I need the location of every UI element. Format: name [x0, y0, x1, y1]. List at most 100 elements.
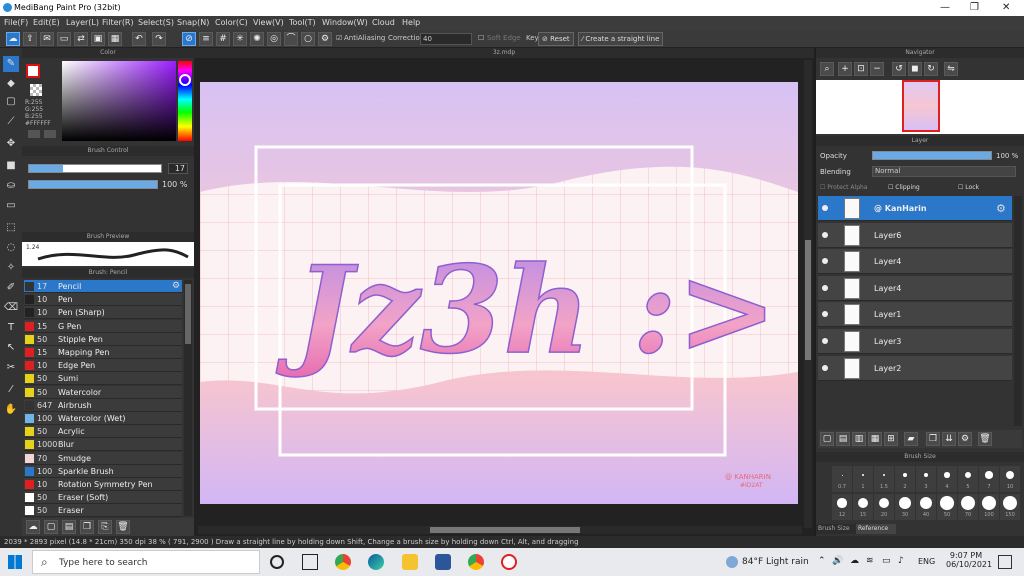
drawing-canvas[interactable]: Jz3h :> @ KANHARIN #ID2AT	[200, 82, 798, 504]
primary-color-swatch[interactable]	[26, 64, 40, 78]
brush-item[interactable]: 50 Eraser (Soft)	[24, 491, 182, 505]
tab-reference[interactable]: Reference	[856, 524, 896, 534]
divide-tool-icon[interactable]: ✂	[3, 360, 19, 376]
hand-tool-icon[interactable]: ✋	[3, 402, 19, 418]
brush-duplicate-icon[interactable]: ⎘	[98, 520, 112, 534]
navigator-preview[interactable]	[816, 80, 1024, 134]
magic-wand-icon[interactable]: ✧	[3, 260, 19, 276]
brush-settings-icon[interactable]: ⚙	[172, 281, 180, 291]
brush-list-scroll-thumb[interactable]	[185, 284, 191, 344]
brush-opacity-slider[interactable]	[28, 180, 158, 189]
brush-size-cell[interactable]: 5	[958, 466, 978, 492]
rotate-left-icon[interactable]: ↺	[892, 62, 906, 76]
eraser-tool-icon[interactable]: ◆	[3, 76, 19, 92]
brush-item[interactable]: 50 Watercolor	[24, 385, 182, 399]
cloud-icon[interactable]: ☁	[6, 32, 20, 46]
brush-size-cell[interactable]: 150	[1000, 494, 1020, 520]
task-view-icon[interactable]	[302, 554, 318, 570]
rect-tool-icon[interactable]: ■	[3, 158, 19, 174]
language-indicator[interactable]: ENG	[918, 557, 935, 566]
brush-item[interactable]: 70 Smudge	[24, 451, 182, 465]
maximize-icon[interactable]: ❐	[970, 2, 979, 13]
share-icon[interactable]: ⇪	[23, 32, 37, 46]
reset-button[interactable]: ⊘ Reset	[538, 32, 574, 46]
menu-cloud[interactable]: Cloud	[372, 18, 395, 27]
battery-icon[interactable]: ▭	[882, 556, 891, 566]
brush-copy-icon[interactable]: ❐	[80, 520, 94, 534]
protect-alpha-checkbox[interactable]: ☐ Protect Alpha	[820, 184, 867, 191]
select-pen-icon[interactable]: ✐	[3, 280, 19, 296]
gradient-tool-icon[interactable]: ▭	[3, 198, 19, 214]
brush-size-slider[interactable]	[28, 164, 162, 173]
vertical-scrollbar[interactable]	[804, 60, 812, 528]
select-eraser-icon[interactable]: ⌫	[3, 300, 19, 316]
menu-filter[interactable]: Filter(R)	[102, 18, 134, 27]
vanishing-snap-icon[interactable]: ✳	[233, 32, 247, 46]
brush-item[interactable]: 17 Pencil ⚙	[24, 280, 182, 293]
volume-icon[interactable]: ♪	[898, 556, 904, 566]
select-tool-icon[interactable]: ⬚	[3, 220, 19, 236]
clock[interactable]: 9:07 PM 06/10/2021	[946, 551, 992, 569]
brush-item[interactable]: 50 Sumi	[24, 372, 182, 386]
hide-selection-icon[interactable]: ▣	[91, 32, 105, 46]
curve-snap-icon[interactable]: ⌒	[284, 32, 298, 46]
parallel-snap-icon[interactable]: ≡	[199, 32, 213, 46]
brush-item[interactable]: 100 Watercolor (Wet)	[24, 412, 182, 425]
visibility-icon[interactable]	[822, 311, 828, 318]
comment-icon[interactable]: ✉	[40, 32, 54, 46]
brush-size-cell[interactable]: 30	[895, 494, 915, 520]
visibility-icon[interactable]	[822, 338, 828, 344]
brush-size-cell[interactable]: 70	[958, 494, 978, 520]
visibility-icon[interactable]	[822, 258, 828, 265]
layer-scrollbar[interactable]	[1014, 196, 1022, 426]
menu-snap[interactable]: Snap(N)	[177, 18, 209, 27]
move-tool-icon[interactable]: ✥	[3, 136, 19, 152]
eyedropper-icon[interactable]: ⁄	[3, 382, 19, 398]
brush-add-icon[interactable]: ▢	[44, 520, 58, 534]
radial-snap-icon[interactable]: ✺	[250, 32, 264, 46]
chrome-profile-icon[interactable]	[468, 554, 484, 570]
new-halftone-layer-icon[interactable]: ▤	[836, 432, 850, 446]
menu-view[interactable]: View(V)	[253, 18, 284, 27]
operation-tool-icon[interactable]: ↖	[3, 340, 19, 356]
word-icon[interactable]	[435, 554, 451, 570]
delete-layer-icon[interactable]: 🗑	[978, 432, 992, 446]
canvas-tab[interactable]: 3z.mdp	[194, 48, 814, 58]
saturation-value-field[interactable]	[62, 61, 176, 141]
menu-file[interactable]: File(F)	[4, 18, 28, 27]
brush-size-cell[interactable]: 10	[1000, 466, 1020, 492]
brush-tool-icon[interactable]: ✎	[3, 56, 19, 72]
layer-opacity-slider[interactable]	[872, 151, 992, 160]
flip-icon[interactable]: ⇄	[74, 32, 88, 46]
redo-icon[interactable]: ↷	[152, 32, 166, 46]
brush-list-scrollbar[interactable]	[184, 280, 192, 516]
brush-item[interactable]: 647 Airbrush	[24, 398, 182, 412]
add-layer-menu-icon[interactable]: ⊞	[884, 432, 898, 446]
vertical-scroll-thumb[interactable]	[805, 240, 811, 360]
brush-edit-icon[interactable]: ▤	[62, 520, 76, 534]
minimize-icon[interactable]: —	[940, 2, 950, 13]
brush-size-cell[interactable]: 100	[979, 494, 999, 520]
zoom-out-icon[interactable]: −	[870, 62, 884, 76]
layer-row[interactable]: @ KanHarin ⚙	[818, 196, 1012, 221]
brush-item[interactable]: 15 G Pen	[24, 319, 182, 333]
brush-size-cell[interactable]: 4	[937, 466, 957, 492]
tray-chevron-icon[interactable]: ⌃	[818, 556, 826, 566]
horizontal-scrollbar[interactable]	[198, 526, 802, 534]
chat-icon[interactable]: ▭	[57, 32, 71, 46]
menu-select[interactable]: Select(S)	[138, 18, 174, 27]
folder-icon[interactable]: ▰	[904, 432, 918, 446]
menu-layer[interactable]: Layer(L)	[66, 18, 99, 27]
hue-bar[interactable]	[178, 61, 192, 141]
close-icon[interactable]: ✕	[1002, 2, 1010, 13]
soft-edge-checkbox[interactable]: ☐	[478, 34, 484, 42]
rotate-reset-icon[interactable]: ◼	[908, 62, 922, 76]
settings-snap-icon[interactable]: ⚙	[318, 32, 332, 46]
zoom-fit-icon[interactable]: ⌕	[820, 62, 834, 76]
brush-item[interactable]: 100 Sparkle Brush	[24, 464, 182, 478]
taskbar-search[interactable]: ⌕ Type here to search	[32, 550, 260, 574]
onedrive-icon[interactable]: ☁	[850, 556, 859, 566]
brush-cloud-icon[interactable]: ☁	[26, 520, 40, 534]
brush-size-cell[interactable]: 0.7	[832, 466, 852, 492]
select-all-icon[interactable]: ▦	[108, 32, 122, 46]
